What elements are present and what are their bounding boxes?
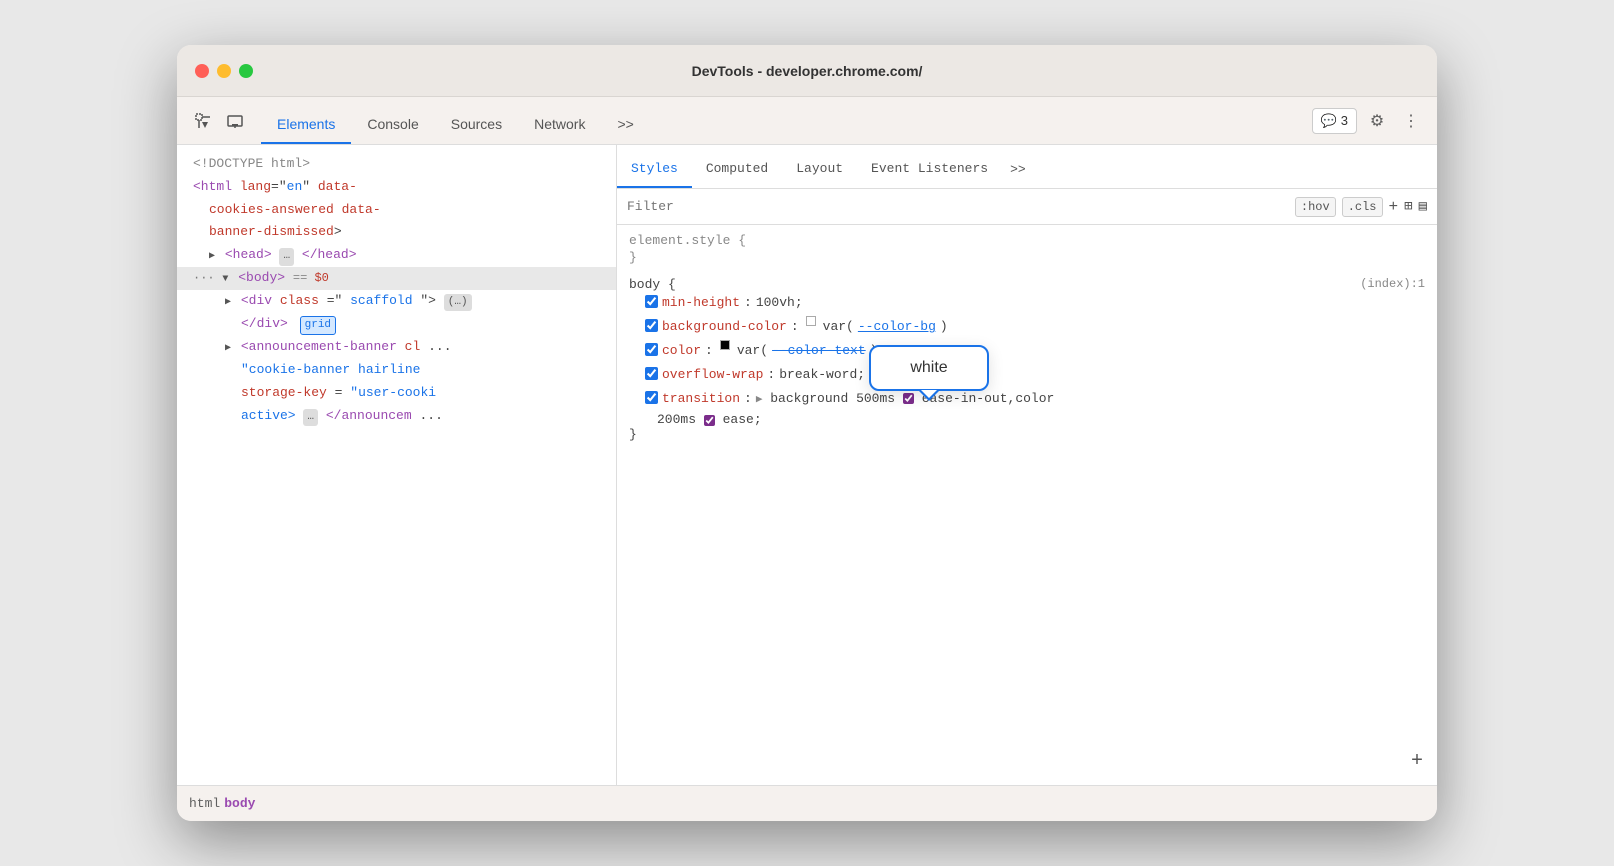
styles-more-icon[interactable]: >> [1006, 150, 1030, 188]
tooltip-text: white [910, 359, 947, 376]
breadcrumb-bar: html body [177, 785, 1437, 821]
title-bar: DevTools - developer.chrome.com/ [177, 45, 1437, 97]
settings-icon[interactable]: ⚙ [1363, 107, 1391, 135]
color-text-link[interactable]: --color-text [772, 340, 866, 362]
main-tabs: Elements Console Sources Network >> [261, 97, 650, 144]
body-selector: body { [629, 277, 676, 292]
body-rule-close: } [629, 427, 1425, 442]
color-swatch[interactable] [720, 340, 730, 350]
transition-checkbox[interactable] [645, 391, 658, 404]
bg-color-swatch[interactable] [806, 316, 816, 326]
prop-color: color : var(--color-text); [629, 340, 1425, 362]
toggle-sidebar-icon[interactable]: ▤ [1419, 198, 1427, 215]
body-line[interactable]: ··· ▼ <body> == $0 [177, 267, 616, 290]
prop-transition: transition : ▶ background 500ms ease-in-… [629, 388, 1425, 410]
prop-min-height: min-height : 100vh; [629, 292, 1425, 314]
dom-panel[interactable]: <!DOCTYPE html> <html lang="en" data- co… [177, 145, 617, 785]
tab-sources[interactable]: Sources [435, 106, 518, 144]
color-bg-link[interactable]: --color-bg [858, 316, 936, 338]
filter-actions: :hov .cls + ⊞ ▤ [1295, 197, 1427, 217]
tab-more[interactable]: >> [601, 106, 649, 144]
devtools-window: DevTools - developer.chrome.com/ Element… [177, 45, 1437, 821]
html-tag-line[interactable]: <html lang="en" data- [177, 176, 616, 199]
styles-panel: Styles Computed Layout Event Listeners >… [617, 145, 1437, 785]
body-rule: body { (index):1 min-height : 100vh; bac… [629, 277, 1425, 442]
badge-count: 3 [1341, 113, 1348, 128]
scaffold-expand[interactable]: (…) [444, 294, 472, 312]
rule-origin[interactable]: (index):1 [1360, 277, 1425, 292]
devtools-toolbar: Elements Console Sources Network >> 💬 3 … [177, 97, 1437, 145]
add-style-rule-icon[interactable]: + [1389, 198, 1399, 216]
scaffold-div-line[interactable]: ▶ <div class =" scaffold "> (…) [177, 290, 616, 313]
more-menu-icon[interactable]: ⋮ [1397, 107, 1425, 135]
transition-ease2-checkbox[interactable] [704, 415, 715, 426]
head-line[interactable]: ▶ <head> … </head> [177, 244, 616, 267]
element-style-close: } [629, 250, 1425, 265]
window-title: DevTools - developer.chrome.com/ [692, 63, 923, 79]
transition-line2: 200ms ease; [629, 412, 1425, 427]
hov-button[interactable]: :hov [1295, 197, 1336, 217]
announce-expand[interactable]: … [303, 409, 318, 427]
tab-styles[interactable]: Styles [617, 150, 692, 188]
cls-button[interactable]: .cls [1342, 197, 1383, 217]
announcement-line-2: "cookie-banner hairline [177, 359, 616, 382]
color-tooltip: white [869, 345, 989, 391]
styles-tabs-bar: Styles Computed Layout Event Listeners >… [617, 145, 1437, 189]
doctype-line: <!DOCTYPE html> [177, 153, 616, 176]
toolbar-right: 💬 3 ⚙ ⋮ [1312, 107, 1425, 135]
chat-icon: 💬 [1321, 113, 1337, 129]
prop-overflow-wrap: overflow-wrap : break-word; [629, 364, 1425, 386]
tab-network[interactable]: Network [518, 106, 601, 144]
filter-bar: :hov .cls + ⊞ ▤ [617, 189, 1437, 225]
close-button[interactable] [195, 64, 209, 78]
html-tag-line-3: banner-dismissed> [177, 221, 616, 244]
announcement-line-4: active> … </announcem ... [177, 405, 616, 428]
tooltip-box: white [869, 345, 989, 391]
tab-event-listeners[interactable]: Event Listeners [857, 150, 1002, 188]
body-rule-header: body { (index):1 [629, 277, 1425, 292]
overflow-wrap-checkbox[interactable] [645, 367, 658, 380]
inspect-element-icon[interactable] [189, 107, 217, 135]
device-mode-icon[interactable] [221, 107, 249, 135]
tab-layout[interactable]: Layout [782, 150, 857, 188]
announcement-line-1[interactable]: ▶ <announcement-banner cl ... [177, 336, 616, 359]
transition-ease-checkbox[interactable] [903, 393, 914, 404]
element-style-selector: element.style { [629, 233, 1425, 248]
prop-background-color: background-color : var(--color-bg) [629, 316, 1425, 338]
html-tag-line-2: cookies-answered data- [177, 199, 616, 222]
copy-styles-icon[interactable]: ⊞ [1404, 198, 1412, 215]
filter-input[interactable] [627, 199, 1287, 214]
maximize-button[interactable] [239, 64, 253, 78]
styles-content[interactable]: element.style { } body { (index):1 [617, 225, 1437, 785]
traffic-lights [195, 64, 253, 78]
minimize-button[interactable] [217, 64, 231, 78]
breadcrumb-html[interactable]: html [189, 796, 220, 811]
background-color-checkbox[interactable] [645, 319, 658, 332]
div-close-line: </div> grid [177, 313, 616, 337]
messages-badge[interactable]: 💬 3 [1312, 108, 1357, 134]
add-rule-button[interactable]: + [1411, 750, 1423, 773]
tab-elements[interactable]: Elements [261, 106, 351, 144]
main-content: <!DOCTYPE html> <html lang="en" data- co… [177, 145, 1437, 785]
grid-badge[interactable]: grid [300, 316, 336, 336]
color-checkbox[interactable] [645, 343, 658, 356]
tab-computed[interactable]: Computed [692, 150, 782, 188]
head-expand[interactable]: … [279, 248, 294, 266]
min-height-checkbox[interactable] [645, 295, 658, 308]
tab-console[interactable]: Console [351, 106, 434, 144]
announcement-line-3: storage-key = "user-cooki [177, 382, 616, 405]
breadcrumb-body[interactable]: body [224, 796, 255, 811]
element-style-rule: element.style { } [629, 233, 1425, 265]
